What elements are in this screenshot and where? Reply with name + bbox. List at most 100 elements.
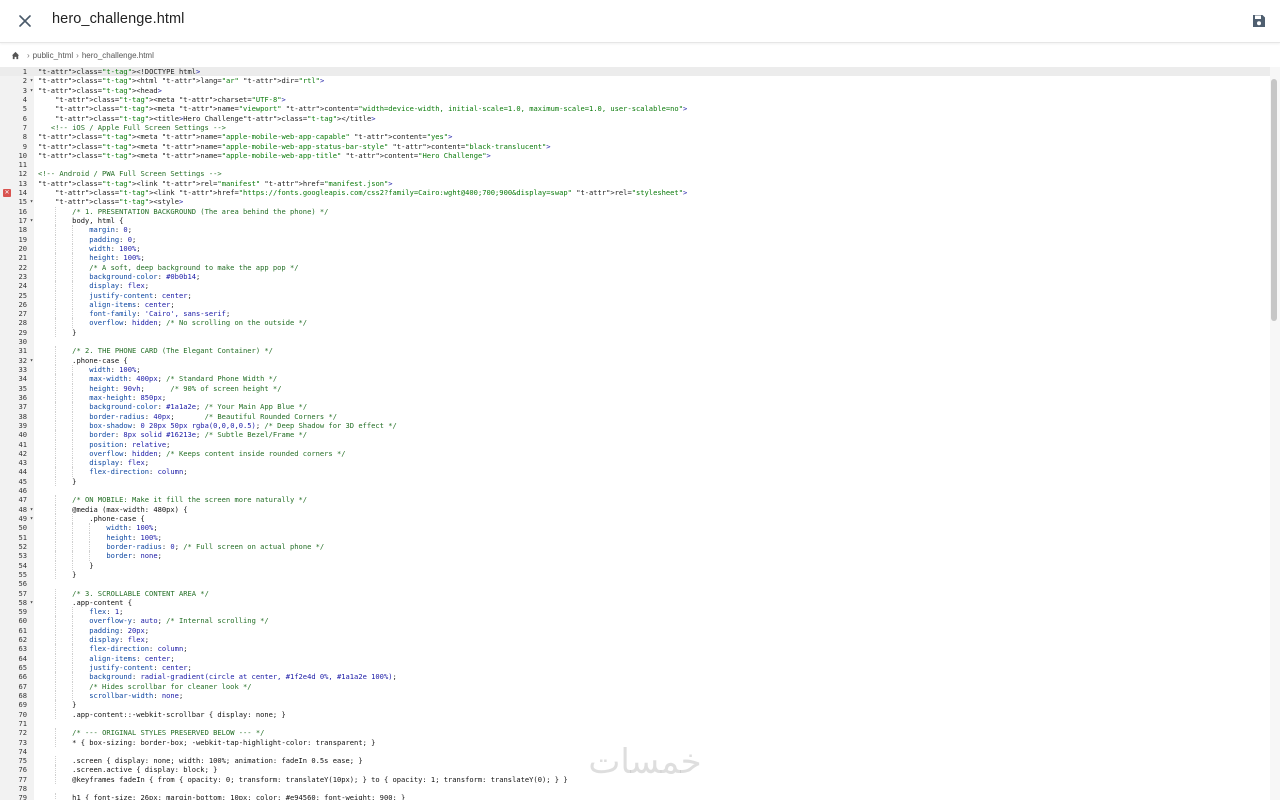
code-line[interactable]: 7 <!-- iOS / Apple Full Screen Settings … [0,123,1270,132]
code-line[interactable]: 41 position: relative; [0,439,1270,449]
line-number: 6 [22,113,27,123]
code-line[interactable]: 44 flex-direction: column; [0,467,1270,477]
code-line[interactable]: 78 [0,784,1270,793]
code-line[interactable]: 57 /* 3. SCROLLABLE CONTENT AREA */ [0,588,1270,598]
save-button[interactable] [1250,12,1268,30]
scrollbar-thumb[interactable] [1271,79,1277,321]
code-text: width: 100%; [89,365,141,374]
code-line[interactable]: 29 } [0,327,1270,338]
code-line[interactable]: 50 width: 100%; [0,523,1270,533]
line-number: 59 [18,607,27,617]
code-line[interactable]: 61 padding: 20px; [0,625,1270,636]
code-line[interactable]: 69 } [0,700,1270,710]
code-line[interactable]: 55 } [0,569,1270,580]
code-line[interactable]: 77 @keyframes fadeIn { from { opacity: 0… [0,774,1270,785]
code-line[interactable]: 8 "t-attr">class="t-tag"><meta "t-attr">n… [0,132,1270,141]
code-line[interactable]: ✕ 14 "t-attr">class="t-tag"><link "t-attr… [0,188,1270,197]
code-line[interactable]: 21 height: 100%; [0,253,1270,263]
code-line[interactable]: 6 "t-attr">class="t-tag"><title>Hero Cha… [0,114,1270,123]
code-line[interactable]: 26 align-items: center; [0,299,1270,310]
code-line[interactable]: 3 ▾ "t-attr">class="t-tag"><head> [0,86,1270,95]
code-line[interactable]: 37 background-color: #1a1a2e; /* Your Ma… [0,402,1270,412]
fold-toggle-icon[interactable]: ▾ [28,598,35,607]
home-icon[interactable] [11,51,20,60]
code-line[interactable]: 4 "t-attr">class="t-tag"><meta "t-attr">… [0,95,1270,104]
code-line[interactable]: 79 h1 { font-size: 26px; margin-bottom: … [0,793,1270,800]
code-line[interactable]: 58 ▾ .app-content { [0,597,1270,608]
code-line[interactable]: 52 border-radius: 0; /* Full screen on a… [0,541,1270,552]
code-line[interactable]: 76 .screen.active { display: block; } [0,765,1270,775]
fold-toggle-icon[interactable]: ▾ [28,514,35,523]
fold-toggle-icon[interactable]: ▾ [28,216,35,225]
line-number: 30 [18,337,27,347]
code-line[interactable]: 75 .screen { display: none; width: 100%;… [0,756,1270,766]
fold-toggle-icon[interactable]: ▾ [28,356,35,365]
code-line[interactable]: 49 ▾ .phone-case { [0,514,1270,524]
code-line[interactable]: 63 flex-direction: column; [0,644,1270,654]
code-line[interactable]: 59 flex: 1; [0,607,1270,617]
code-line[interactable]: 16 /* 1. PRESENTATION BACKGROUND (The ar… [0,206,1270,216]
breadcrumb-item[interactable]: hero_challenge.html [82,51,154,60]
code-line[interactable]: 62 display: flex; [0,635,1270,645]
code-line[interactable]: 67 /* Hides scrollbar for cleaner look *… [0,681,1270,691]
code-line[interactable]: 38 border-radius: 40px; /* Beautiful Rou… [0,411,1270,421]
code-line[interactable]: 40 border: 8px solid #16213e; /* Subtle … [0,430,1270,440]
code-line[interactable]: 70 .app-content::-webkit-scrollbar { dis… [0,709,1270,719]
code-line[interactable]: 74 [0,747,1270,756]
code-line[interactable]: 43 display: flex; [0,458,1270,468]
code-line[interactable]: 18 margin: 0; [0,225,1270,235]
code-line[interactable]: 60 overflow-y: auto; /* Internal scrolli… [0,616,1270,626]
code-line[interactable]: 27 font-family: 'Cairo', sans-serif; [0,309,1270,319]
code-line[interactable]: 36 max-height: 850px; [0,392,1270,403]
code-line[interactable]: 72 /* --- ORIGINAL STYLES PRESERVED BELO… [0,728,1270,738]
code-line[interactable]: 25 justify-content: center; [0,290,1270,300]
code-line[interactable]: 2 ▾ "t-attr">class="t-tag"><html "t-attr">… [0,76,1270,85]
code-line[interactable]: 19 padding: 0; [0,234,1270,244]
code-line[interactable]: 33 width: 100%; [0,365,1270,375]
code-line[interactable]: 53 border: none; [0,551,1270,561]
code-line[interactable]: 65 justify-content: center; [0,663,1270,673]
code-line[interactable]: 66 background: radial-gradient(circle at… [0,672,1270,682]
code-line[interactable]: 68 scrollbar-width: none; [0,690,1270,701]
code-line[interactable]: 35 height: 90vh; /* 90% of screen height… [0,383,1270,393]
code-line[interactable]: 64 align-items: center; [0,653,1270,663]
code-line[interactable]: 30 [0,337,1270,346]
code-line[interactable]: 10 "t-attr">class="t-tag"><meta "t-attr">… [0,151,1270,160]
code-line[interactable]: 13 "t-attr">class="t-tag"><link "t-attr">… [0,179,1270,188]
code-line[interactable]: 73 * { box-sizing: border-box; -webkit-t… [0,737,1270,747]
code-line[interactable]: 48 ▾ @media (max-width: 480px) { [0,504,1270,514]
breadcrumb-item[interactable]: public_html [33,51,73,60]
code-line[interactable]: 11 [0,160,1270,169]
fold-toggle-icon[interactable]: ▾ [28,76,35,85]
code-line[interactable]: 17 ▾ body, html { [0,216,1270,226]
code-line[interactable]: 47 /* ON MOBILE: Make it fill the screen… [0,495,1270,505]
code-line[interactable]: 22 /* A soft, deep background to make th… [0,262,1270,272]
fold-toggle-icon[interactable]: ▾ [28,86,35,95]
code-lines[interactable]: 1 "t-attr">class="t-tag"><!DOCTYPE html> 2… [0,67,1270,800]
code-line[interactable]: 24 display: flex; [0,281,1270,291]
code-line[interactable]: 45 } [0,476,1270,487]
code-line[interactable]: 39 box-shadow: 0 20px 50px rgba(0,0,0,0.… [0,420,1270,431]
code-line[interactable]: 42 overflow: hidden; /* Keeps content in… [0,448,1270,459]
code-editor[interactable]: 1 "t-attr">class="t-tag"><!DOCTYPE html> 2… [0,67,1280,800]
code-line[interactable]: 28 overflow: hidden; /* No scrolling on … [0,318,1270,328]
code-line[interactable]: 51 height: 100%; [0,532,1270,542]
code-line[interactable]: 46 [0,486,1270,495]
code-line[interactable]: 20 width: 100%; [0,243,1270,254]
code-line[interactable]: 31 /* 2. THE PHONE CARD (The Elegant Con… [0,346,1270,356]
code-line[interactable]: 9 "t-attr">class="t-tag"><meta "t-attr">n… [0,142,1270,151]
code-line[interactable]: 1 "t-attr">class="t-tag"><!DOCTYPE html> [0,67,1270,77]
code-line[interactable]: 12 <!-- Android / PWA Full Screen Setting… [0,169,1270,178]
code-line[interactable]: 32 ▾ .phone-case { [0,355,1270,365]
code-line[interactable]: 71 [0,719,1270,728]
vertical-scrollbar[interactable] [1270,67,1280,800]
code-line[interactable]: 15 ▾ "t-attr">class="t-tag"><style> [0,197,1270,206]
close-button[interactable] [14,10,36,32]
code-line[interactable]: 56 [0,579,1270,588]
code-line[interactable]: 5 "t-attr">class="t-tag"><meta "t-attr">… [0,104,1270,113]
code-line[interactable]: 23 background-color: #0b0b14; [0,271,1270,282]
code-line[interactable]: 54 } [0,560,1270,570]
code-line[interactable]: 34 max-width: 400px; /* Standard Phone W… [0,374,1270,384]
fold-toggle-icon[interactable]: ▾ [28,505,35,514]
fold-toggle-icon[interactable]: ▾ [28,197,35,206]
